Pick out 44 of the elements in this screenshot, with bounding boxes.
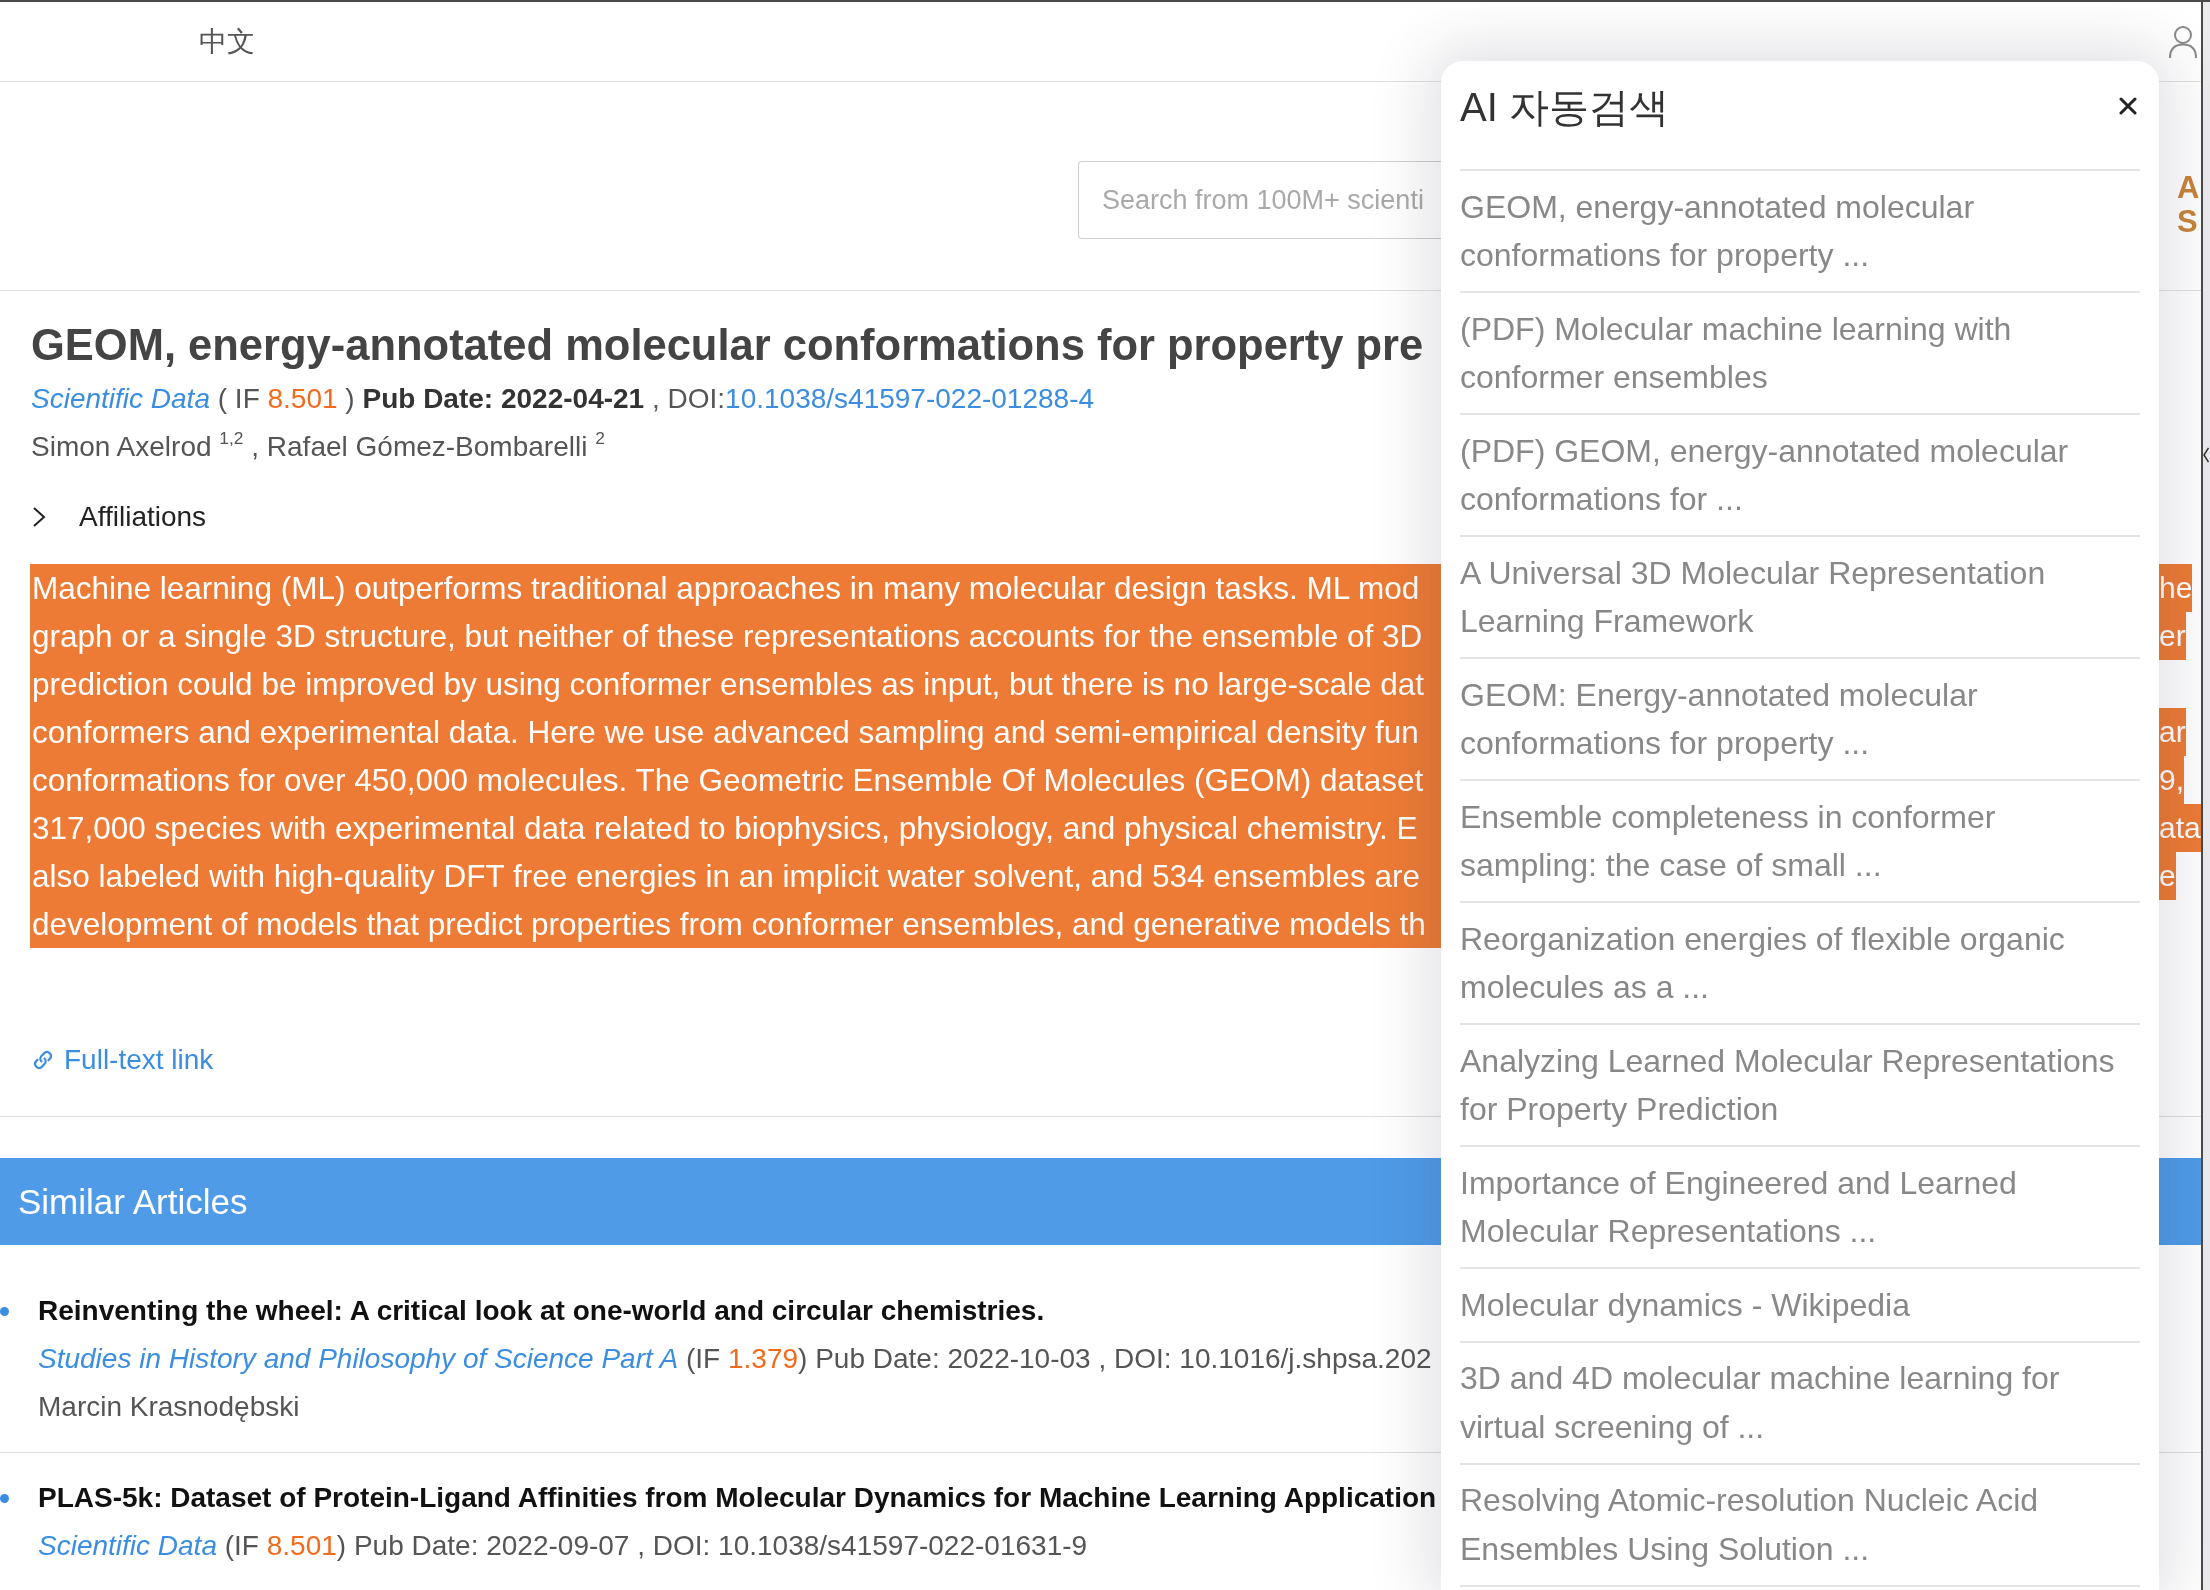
link-icon	[31, 1048, 55, 1072]
language-link[interactable]: 中文	[199, 24, 255, 59]
search-result-link[interactable]: Analyzing Learned Molecular Representations for Property Prediction	[1460, 1025, 2140, 1147]
sidebar-heading-fragment: A S	[2177, 171, 2200, 239]
author-list: Marcin Krasnodębski	[38, 1387, 300, 1427]
article-title-link[interactable]: Reinventing the wheel: A critical look at one-world and circular chemistries.	[38, 1291, 1045, 1331]
publication-info: Scientific Data (IF 8.501) Pub Date: 2022-09-07 , DOI: 10.1038/s41597-022-01631-9	[38, 1529, 1088, 1563]
abstract-fragment: e	[2159, 852, 2176, 900]
article-title-link[interactable]: PLAS-5k: Dataset of Protein-Ligand Affinities from Molecular Dynamics for Machine Learning Application	[38, 1478, 1437, 1518]
journal-link[interactable]: Studies in History and Philosophy of Science Part A	[38, 1343, 679, 1374]
close-icon	[2119, 97, 2137, 115]
search-result-link[interactable]: Reorganization energies of flexible organic molecules as a ...	[1460, 903, 2140, 1025]
full-text-link[interactable]: Full-text link	[31, 1040, 214, 1080]
search-result-link[interactable]: 3D and 4D molecular machine learning for virtual screening of ...	[1460, 1342, 2140, 1465]
affiliations-toggle[interactable]: Affiliations	[31, 497, 207, 537]
abstract-fragment: ar	[2159, 708, 2186, 756]
search-result-link[interactable]: Resolving Atomic-resolution Nucleic Acid Ensembles Using Solution ...	[1460, 1464, 2140, 1587]
user-icon[interactable]	[2168, 24, 2198, 59]
search-result-link[interactable]: GEOM, energy-annotated molecular conformations for property ...	[1460, 171, 2140, 293]
doi-link[interactable]: 10.1038/s41597-022-01288-4	[725, 383, 1095, 414]
search-result-link[interactable]: Ensemble completeness in conformer sampling: the case of small ...	[1460, 781, 2140, 903]
abstract-fragment: he	[2159, 564, 2193, 612]
search-result-link[interactable]: Importance of Engineered and Learned Molecular Representations ...	[1460, 1147, 2140, 1269]
abstract-text: Machine learning (ML) outperforms traditional approaches in many molecular design tasks. ML mod graph or a single 3D structure, but neither of these representations accounts for the ensemble of 3D prediction could be improved by using conformer ensembles as input, but there is no large-scale dat conformers and experimental data. Here we use advanced sampling and semi-empirical density fun conformations for over 450,000 molecules. The Geometric Ensemble Of Molecules (GEOM) dataset 317,000 species with experimental data related to biophysics, physiology, and physical chemistry. E also labeled with high-quality DFT free energies in an implicit water solvent, and 534 ensembles are development of models that predict properties from conformer ensembles, and generative models th	[30, 564, 1441, 948]
article-title: GEOM, energy-annotated molecular conformations for property pre	[31, 320, 1424, 371]
abstract-fragment: er	[2159, 612, 2186, 660]
chevron-left-icon[interactable]	[2203, 447, 2209, 463]
search-result-link[interactable]: Molecular dynamics - Wikipedia	[1460, 1269, 2140, 1343]
journal-link[interactable]: Scientific Data	[31, 383, 210, 414]
search-result-link[interactable]: A Universal 3D Molecular Representation Learning Framework	[1460, 537, 2140, 659]
author-list: Simon Axelrod $^{1,2}$ , Rafael Gómez-Bombarelli $^{2}$	[31, 427, 605, 467]
panel-title: AI 자동검색	[1460, 85, 1669, 129]
journal-link[interactable]: Scientific Data	[38, 1530, 217, 1561]
bullet-icon	[0, 1307, 9, 1316]
search-field[interactable]: Search from 100M+ scienti	[1078, 161, 1441, 239]
publication-info: Scientific Data ( IF 8.501 ) Pub Date: 2022-04-21 , DOI:10.1038/s41597-022-01288-4	[31, 382, 1095, 416]
abstract-fragment: 9,	[2159, 756, 2185, 804]
abstract-fragment: ata	[2159, 804, 2201, 852]
search-result-link[interactable]: (PDF) GEOM, energy-annotated molecular conformations for ...	[1460, 415, 2140, 537]
close-button[interactable]	[2119, 97, 2137, 115]
bullet-icon	[0, 1494, 9, 1503]
search-result-link[interactable]: (PDF) Molecular machine learning with conformer ensembles	[1460, 293, 2140, 415]
search-result-link[interactable]: GEOM: Energy-annotated molecular conformations for property ...	[1460, 659, 2140, 781]
publication-info: Studies in History and Philosophy of Science Part A (IF 1.379) Pub Date: 2022-10-03 , DOI: 10.1016/j.shpsa.202	[38, 1342, 1432, 1376]
